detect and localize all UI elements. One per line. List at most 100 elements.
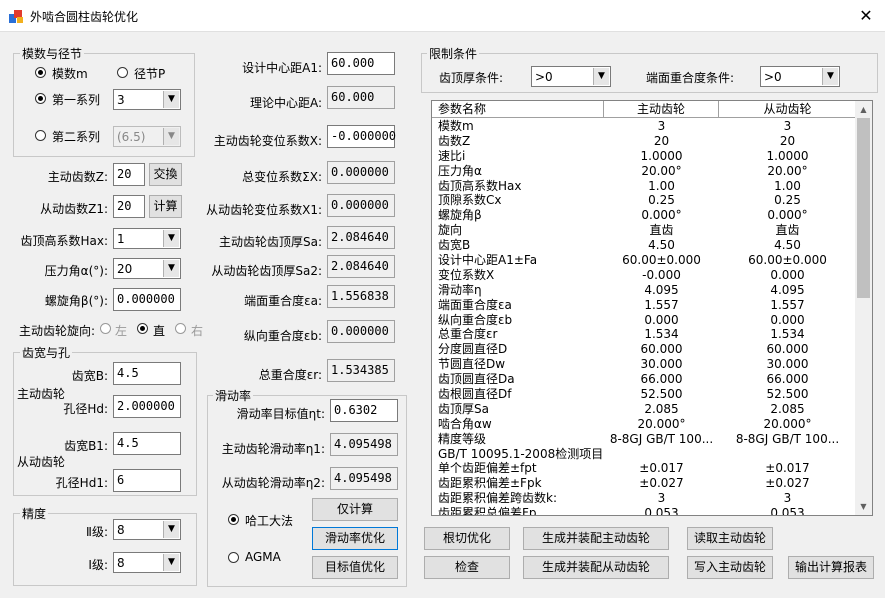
hax-select[interactable]: 1 ▼ <box>113 228 181 249</box>
b-input[interactable]: 4.5 <box>113 362 181 385</box>
table-row[interactable]: 齿根圆直径Df 52.500 52.500 <box>432 387 857 402</box>
table-row[interactable]: 齿距累积总偏差Fp 0.053 0.053 <box>432 506 857 516</box>
table-row[interactable]: 旋向 直齿 直齿 <box>432 223 857 238</box>
level1-select[interactable]: 8 ▼ <box>113 552 181 573</box>
scroll-up-icon[interactable]: ▲ <box>855 101 872 118</box>
top-condition-select[interactable]: >0 ▼ <box>531 66 611 87</box>
radio-module[interactable] <box>35 67 46 78</box>
table-row[interactable]: 齿顶厚Sa 2.085 2.085 <box>432 402 857 417</box>
z1-input[interactable]: 20 <box>113 195 145 218</box>
table-row[interactable]: 精度等级 8-8GJ GB/T 100... 8-8GJ GB/T 100... <box>432 432 857 447</box>
cell-driven: 20.000° <box>763 416 812 431</box>
parameter-grid[interactable]: 参数名称 主动齿轮 从动齿轮 模数m 3 3 齿数Z 20 20 速比i 1.0000 1.00… <box>431 100 873 516</box>
target-optimize-button[interactable]: 目标值优化 <box>312 556 398 579</box>
header-driven[interactable]: 从动齿轮 <box>719 101 857 118</box>
radio-hit-method[interactable] <box>228 514 239 525</box>
table-row[interactable]: 啮合角αw 20.000° 20.000° <box>432 417 857 432</box>
radio-rot-left[interactable] <box>100 323 111 334</box>
undercut-optimize-button[interactable]: 根切优化 <box>424 527 510 550</box>
cell-driver: 1.0000 <box>640 148 683 163</box>
beta-input[interactable]: 0.000000 <box>113 288 181 311</box>
write-driver-button[interactable]: 写入主动齿轮 <box>687 556 773 579</box>
a1-input[interactable]: 60.000 <box>327 52 395 75</box>
scroll-down-icon[interactable]: ▼ <box>855 498 872 515</box>
radio-rot-straight[interactable] <box>137 323 148 334</box>
table-row[interactable]: 齿顶圆直径Da 66.000 66.000 <box>432 372 857 387</box>
cell-driven: 8-8GJ GB/T 100... <box>735 431 840 446</box>
calc-button[interactable]: 计算 <box>149 195 182 218</box>
alpha-select[interactable]: 20 ▼ <box>113 258 181 279</box>
table-row[interactable]: 纵向重合度εb 0.000 0.000 <box>432 313 857 328</box>
table-row[interactable]: 齿顶高系数Hax 1.00 1.00 <box>432 179 857 194</box>
chevron-down-icon: ▼ <box>163 554 179 571</box>
header-driver[interactable]: 主动齿轮 <box>604 101 719 118</box>
table-row[interactable]: 齿数Z 20 20 <box>432 134 857 149</box>
cell-driven: 1.534 <box>770 327 805 342</box>
table-row[interactable]: 齿宽B 4.50 4.50 <box>432 238 857 253</box>
hd1-input[interactable]: 6 <box>113 469 181 492</box>
cell-driven: 52.500 <box>766 387 809 402</box>
series2-select[interactable]: (6.5) ▼ <box>113 126 181 147</box>
generate-driver-button[interactable]: 生成并装配主动齿轮 <box>523 527 669 550</box>
level2-select[interactable]: 8 ▼ <box>113 519 181 540</box>
slip-optimize-button[interactable]: 滑动率优化 <box>312 527 398 550</box>
table-row[interactable]: 分度圆直径D 60.000 60.000 <box>432 342 857 357</box>
cell-param: 滑动率η <box>438 282 482 297</box>
x1-label: 从动齿轮变位系数X1: <box>206 203 322 217</box>
series1-select[interactable]: 3 ▼ <box>113 89 181 110</box>
radio-pitch[interactable] <box>117 67 128 78</box>
table-row[interactable]: 单个齿距偏差±fpt ±0.017 ±0.017 <box>432 461 857 476</box>
radio-rot-right[interactable] <box>175 323 186 334</box>
scroll-thumb[interactable] <box>857 118 870 298</box>
eta2-value: 4.095498 <box>330 467 398 490</box>
hd1-label: 孔径Hd1: <box>55 476 108 490</box>
target-input[interactable]: 0.6302 <box>330 399 398 422</box>
table-row[interactable]: 顶隙系数Cx 0.25 0.25 <box>432 193 857 208</box>
cell-param: 旋向 <box>438 223 463 238</box>
calc-only-button[interactable]: 仅计算 <box>312 498 398 521</box>
radio-agma[interactable] <box>228 552 239 563</box>
eta1-label: 主动齿轮滑动率η1: <box>221 442 325 456</box>
table-row[interactable]: 齿距累积偏差±Fpk ±0.027 ±0.027 <box>432 476 857 491</box>
swap-button[interactable]: 交換 <box>149 163 182 186</box>
table-row[interactable]: 螺旋角β 0.000° 0.000° <box>432 208 857 223</box>
table-row[interactable]: 压力角α 20.00° 20.00° <box>432 164 857 179</box>
end-condition-select[interactable]: >0 ▼ <box>760 66 840 87</box>
chevron-down-icon: ▼ <box>163 260 179 277</box>
check-button[interactable]: 检查 <box>424 556 510 579</box>
hd-label: 孔径Hd: <box>63 402 108 416</box>
a-label: 理论中心距A: <box>249 96 322 110</box>
cell-driver: 0.25 <box>648 193 675 208</box>
cell-param: 模数m <box>438 119 474 133</box>
beta-label: 螺旋角β(°): <box>44 294 108 308</box>
table-row[interactable]: 设计中心距A1±Fa 60.00±0.000 60.00±0.000 <box>432 253 857 268</box>
table-row[interactable]: 速比i 1.0000 1.0000 <box>432 149 857 164</box>
table-row[interactable]: 节圆直径Dw 30.000 30.000 <box>432 357 857 372</box>
hd-input[interactable]: 2.000000 <box>113 395 181 418</box>
x-input[interactable]: -0.000000 <box>327 125 396 148</box>
z-input[interactable]: 20 <box>113 163 145 186</box>
cell-driven: 20.00° <box>767 163 808 178</box>
cell-driven: 4.095 <box>770 282 805 297</box>
close-icon[interactable]: ✕ <box>852 4 880 28</box>
radio-series1[interactable] <box>35 93 46 104</box>
vertical-scrollbar[interactable]: ▲ ▼ <box>855 101 872 515</box>
cell-param: 设计中心距A1±Fa <box>438 253 538 268</box>
table-row[interactable]: 模数m 3 3 <box>432 119 857 134</box>
b1-input[interactable]: 4.5 <box>113 432 181 455</box>
cell-driven: 60.00±0.000 <box>748 253 827 268</box>
header-param[interactable]: 参数名称 <box>432 101 604 118</box>
table-row[interactable]: 变位系数X -0.000 0.000 <box>432 268 857 283</box>
table-row[interactable]: GB/T 10095.1-2008检测项目 <box>432 447 857 462</box>
radio-series2[interactable] <box>35 130 46 141</box>
read-driver-button[interactable]: 读取主动齿轮 <box>687 527 773 550</box>
table-row[interactable]: 滑动率η 4.095 4.095 <box>432 283 857 298</box>
generate-driven-button[interactable]: 生成并装配从动齿轮 <box>523 556 669 579</box>
table-row[interactable]: 端面重合度εa 1.557 1.557 <box>432 298 857 313</box>
report-button[interactable]: 输出计算报表 <box>788 556 874 579</box>
table-row[interactable]: 齿距累积偏差跨齿数k: 3 3 <box>432 491 857 506</box>
cell-driven: 0.053 <box>770 506 805 516</box>
cell-param: 齿距累积偏差跨齿数k: <box>438 491 557 506</box>
table-row[interactable]: 总重合度εr 1.534 1.534 <box>432 327 857 342</box>
chevron-down-icon: ▼ <box>163 128 179 145</box>
